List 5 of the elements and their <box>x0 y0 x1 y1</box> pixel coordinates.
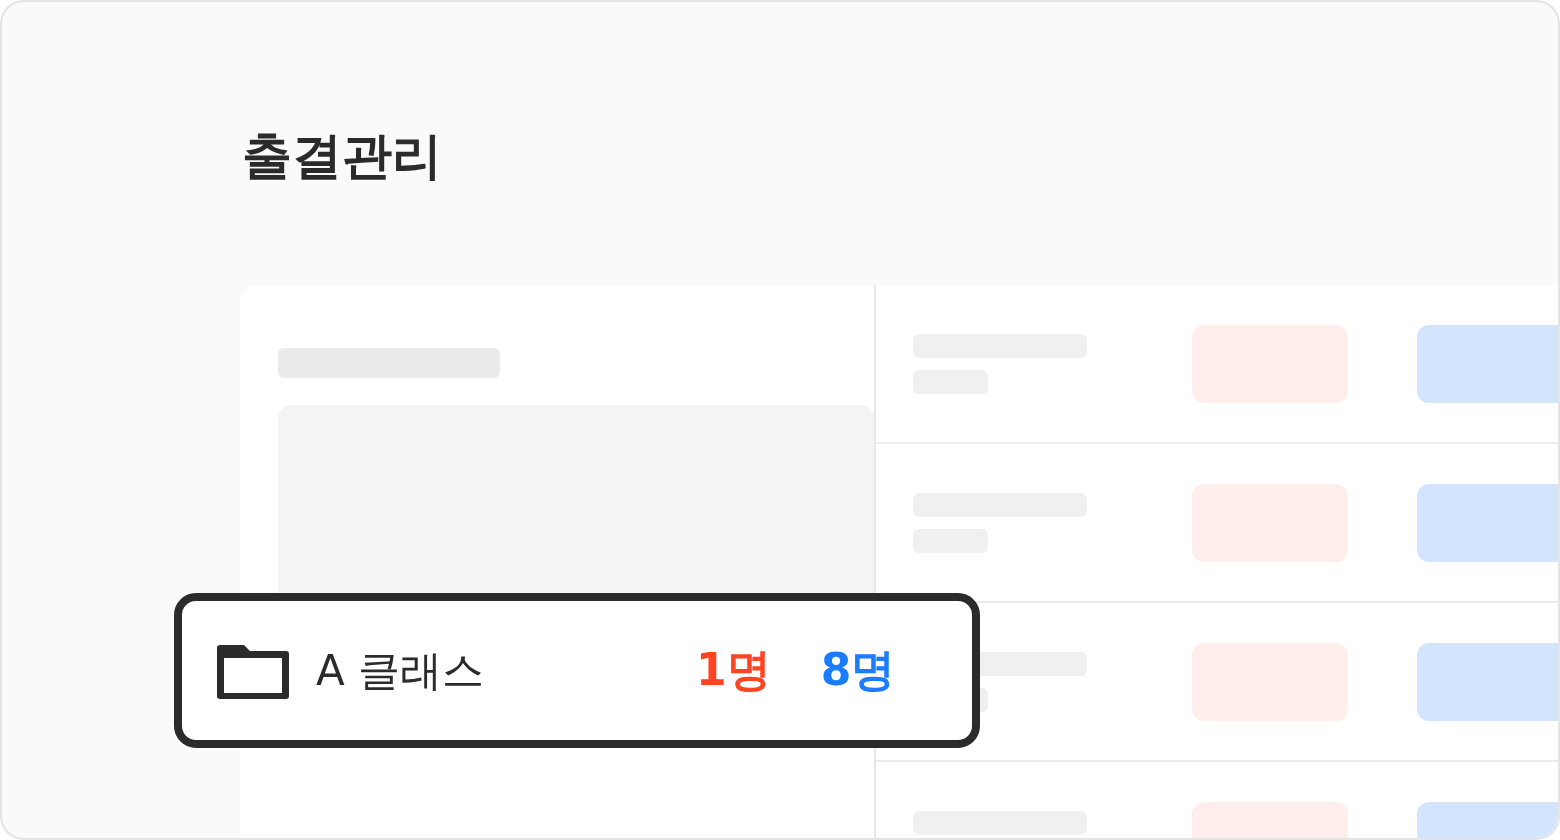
class-card[interactable]: A 클래스 1명 8명 <box>174 593 980 748</box>
page-title: 출결관리 <box>242 126 443 187</box>
class-name: A 클래스 <box>316 644 486 697</box>
count-text: 1명 <box>696 643 771 697</box>
count-text: 8명 <box>820 643 896 697</box>
